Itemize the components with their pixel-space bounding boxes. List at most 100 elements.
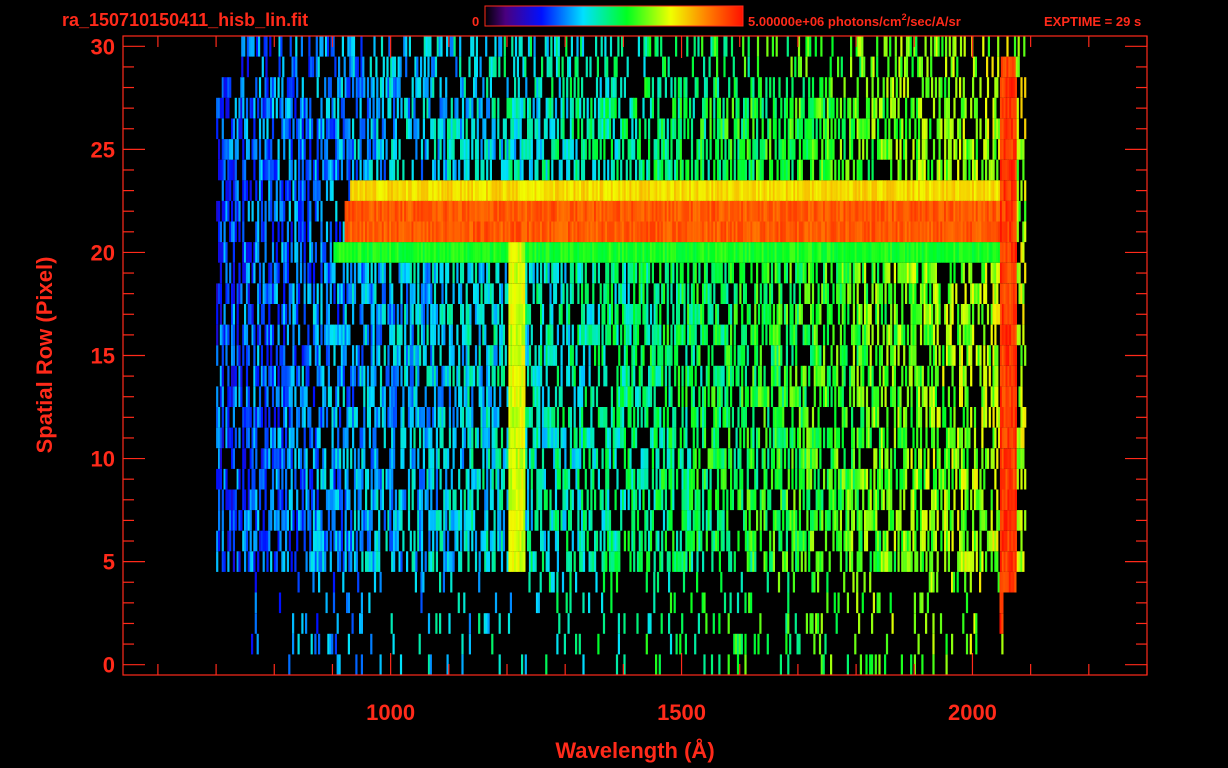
- heatmap-cell: [223, 221, 226, 243]
- heatmap-cell: [692, 468, 695, 490]
- heatmap-cell: [335, 324, 338, 346]
- heatmap-cell: [780, 530, 783, 552]
- heatmap-cell: [253, 365, 256, 387]
- heatmap-cell: [575, 200, 578, 222]
- heatmap-cell: [1003, 304, 1006, 325]
- heatmap-cell: [627, 365, 630, 387]
- heatmap-cell: [523, 407, 526, 428]
- heatmap-cell: [530, 365, 533, 387]
- heatmap-cell: [800, 304, 803, 325]
- colorbar-max-label: 5.00000e+06 photons/cm2/sec/A/sr: [748, 12, 961, 29]
- heatmap-cell: [556, 633, 559, 655]
- heatmap-cell: [728, 304, 731, 325]
- heatmap-cell: [918, 221, 921, 243]
- heatmap-cell: [683, 468, 686, 490]
- heatmap-cell: [846, 654, 849, 675]
- heatmap-cell: [1012, 510, 1016, 531]
- heatmap-cell: [413, 242, 416, 263]
- heatmap-cell: [290, 242, 293, 263]
- heatmap-cell: [603, 242, 606, 263]
- heatmap-cell: [999, 468, 1003, 490]
- heatmap-cell: [545, 551, 548, 572]
- heatmap-cell: [1009, 510, 1012, 531]
- heatmap-cell: [951, 345, 954, 366]
- heatmap-cell: [352, 221, 355, 243]
- heatmap-cell: [279, 530, 282, 552]
- heatmap-cell: [925, 407, 928, 428]
- heatmap-cell: [813, 633, 816, 655]
- heatmap-cell: [718, 407, 721, 428]
- heatmap-cell: [268, 324, 271, 346]
- heatmap-cell: [420, 242, 424, 263]
- heatmap-cell: [990, 489, 993, 511]
- heatmap-cell: [830, 262, 833, 284]
- heatmap-cell: [901, 468, 904, 490]
- heatmap-cell: [482, 386, 485, 407]
- heatmap-cell: [746, 386, 749, 407]
- heatmap-cell: [566, 365, 569, 387]
- heatmap-cell: [882, 551, 885, 572]
- heatmap-cell: [454, 427, 457, 449]
- heatmap-cell: [346, 448, 349, 469]
- heatmap-cell: [824, 633, 827, 655]
- heatmap-cell: [573, 551, 576, 572]
- heatmap-cell: [878, 448, 882, 469]
- heatmap-cell: [683, 304, 686, 325]
- heatmap-cell: [925, 386, 928, 407]
- heatmap-cell: [311, 468, 314, 490]
- heatmap-cell: [910, 365, 913, 387]
- heatmap-cell: [547, 530, 550, 552]
- heatmap-cell: [500, 530, 504, 552]
- heatmap-cell: [541, 221, 545, 243]
- heatmap-cell: [869, 221, 872, 243]
- heatmap-cell: [798, 489, 801, 511]
- heatmap-cell: [649, 510, 653, 531]
- heatmap-cell: [955, 283, 958, 304]
- heatmap-cell: [852, 427, 855, 449]
- heatmap-cell: [936, 448, 939, 469]
- heatmap-cell: [473, 510, 476, 531]
- heatmap-cell: [551, 304, 554, 325]
- heatmap-cell: [692, 510, 695, 531]
- heatmap-cell: [1012, 221, 1016, 243]
- heatmap-cell: [633, 304, 636, 325]
- heatmap-cell: [476, 489, 479, 511]
- heatmap-cell: [366, 242, 370, 263]
- heatmap-cell: [374, 200, 377, 222]
- heatmap-cell: [830, 427, 833, 449]
- heatmap-cell: [713, 448, 716, 469]
- heatmap-cell: [851, 530, 854, 552]
- heatmap-cell: [266, 386, 269, 407]
- heatmap-cell: [244, 448, 247, 469]
- heatmap-cell: [789, 633, 792, 655]
- heatmap-cell: [808, 468, 811, 490]
- heatmap-cell: [476, 221, 479, 243]
- heatmap-cell: [413, 448, 416, 469]
- heatmap-cell: [851, 489, 854, 511]
- heatmap-cell: [927, 448, 930, 469]
- heatmap-cell: [378, 551, 381, 572]
- heatmap-cell: [385, 200, 388, 222]
- heatmap-cell: [906, 386, 909, 407]
- heatmap-cell: [977, 304, 980, 325]
- heatmap-cell: [379, 489, 383, 511]
- heatmap-cell: [927, 468, 930, 490]
- heatmap-cell: [303, 448, 306, 469]
- heatmap-cell: [541, 530, 545, 552]
- heatmap-cell: [409, 304, 412, 325]
- heatmap-cell: [581, 510, 584, 531]
- heatmap-cell: [655, 304, 658, 325]
- heatmap-cell: [949, 407, 952, 428]
- heatmap-cell: [657, 489, 660, 511]
- heatmap-cell: [402, 530, 405, 552]
- heatmap-cell: [1022, 283, 1025, 304]
- heatmap-cell: [474, 551, 478, 572]
- heatmap-cell: [964, 365, 967, 387]
- heatmap-cell: [713, 324, 716, 346]
- heatmap-cell: [973, 427, 977, 449]
- heatmap-cell: [562, 489, 565, 511]
- heatmap-cell: [482, 448, 485, 469]
- heatmap-cell: [891, 242, 895, 263]
- heatmap-cell: [752, 365, 755, 387]
- heatmap-cell: [656, 571, 660, 593]
